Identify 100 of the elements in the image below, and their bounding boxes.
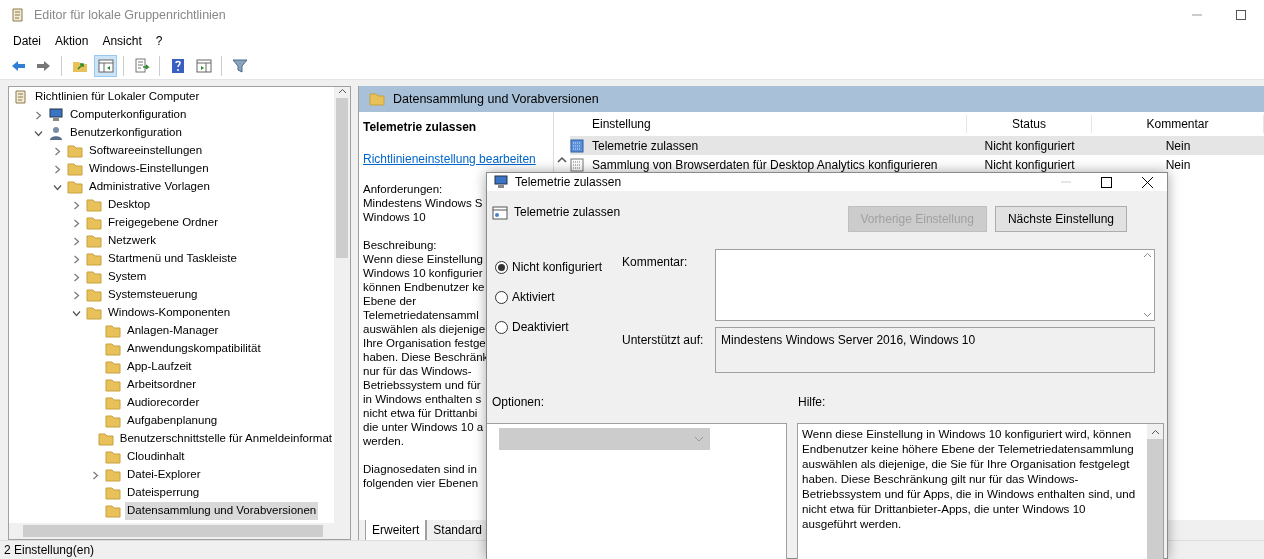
tree-item[interactable]: Dateisperrung xyxy=(125,484,202,502)
description-text: Windows 10 xyxy=(363,210,426,224)
tree-item[interactable]: System xyxy=(106,268,149,286)
expanded-chevron-icon[interactable] xyxy=(33,128,43,138)
folder-icon xyxy=(97,431,114,447)
folder-icon xyxy=(86,287,102,303)
table-row[interactable]: Telemetrie zulassen Nicht konfiguriert Nein xyxy=(570,136,1264,155)
user-icon xyxy=(48,125,64,141)
tree-item[interactable]: App-Laufzeit xyxy=(125,358,194,376)
description-text: Anforderungen: xyxy=(363,182,443,196)
computer-icon xyxy=(48,107,64,123)
dialog-title: Telemetrie zulassen xyxy=(515,174,622,191)
scroll-up-icon[interactable] xyxy=(557,156,567,164)
collapsed-chevron-icon[interactable] xyxy=(52,164,62,174)
radio-option[interactable]: Aktiviert xyxy=(495,288,622,306)
tree-item[interactable]: Netzwerk xyxy=(106,232,158,250)
table-cell-text: Nicht konfiguriert xyxy=(983,156,1076,174)
tree-item[interactable]: Softwareeinstellungen xyxy=(87,142,205,160)
collapsed-chevron-icon[interactable] xyxy=(71,290,81,300)
export-list-icon xyxy=(133,57,150,74)
tree-item[interactable]: Cloudinhalt xyxy=(125,448,187,466)
pane-icon xyxy=(195,57,212,74)
menu-item[interactable]: Ansicht xyxy=(95,32,149,50)
tree-item[interactable]: Datei-Explorer xyxy=(125,466,203,484)
collapsed-chevron-icon[interactable] xyxy=(71,200,81,210)
tree-item[interactable]: Benutzerschnittstelle für Anmeldeinformat xyxy=(117,430,334,448)
tree-item[interactable]: Arbeitsordner xyxy=(125,376,199,394)
collapsed-chevron-icon[interactable] xyxy=(33,110,43,120)
window-title: Editor für lokale Gruppenrichtlinien xyxy=(34,6,226,24)
table-cell-text: Nein xyxy=(1164,156,1192,174)
folder-icon xyxy=(105,359,121,375)
description-text: Telemetriedatensamml xyxy=(363,308,479,322)
description-text: nur für das Windows- xyxy=(363,364,472,378)
scrollbar[interactable] xyxy=(334,87,350,523)
tree-item[interactable]: Aufgabenplanung xyxy=(125,412,220,430)
tree-item[interactable]: Audiorecorder xyxy=(125,394,202,412)
comment-field[interactable] xyxy=(715,249,1155,321)
scrollbar[interactable] xyxy=(9,523,350,539)
tree-item[interactable]: Computerkonfiguration xyxy=(68,106,189,124)
collapsed-chevron-icon[interactable] xyxy=(90,470,100,480)
folder-icon xyxy=(105,413,121,429)
menu-item[interactable]: Datei xyxy=(6,32,48,50)
folder-icon xyxy=(105,467,121,483)
scroll-up-icon[interactable] xyxy=(337,87,347,96)
edit-policy-link[interactable]: Richtlinieneinstellung bearbeiten xyxy=(363,152,536,166)
description-text: Wenn diese Einstellung xyxy=(363,252,483,266)
description-text: Diagnosedaten sind in xyxy=(363,462,477,476)
view-tab[interactable]: Erweitert xyxy=(365,520,427,541)
expanded-chevron-icon[interactable] xyxy=(71,308,81,318)
maximize-icon[interactable] xyxy=(1101,176,1112,188)
folder-icon xyxy=(86,269,102,285)
folder-icon xyxy=(105,323,121,339)
maximize-icon[interactable] xyxy=(1236,10,1246,20)
scroll-up-icon[interactable] xyxy=(1142,252,1152,258)
column-header[interactable]: Status xyxy=(967,115,1092,133)
tree-item[interactable]: Richtlinien für Lokaler Computer xyxy=(33,88,202,106)
collapsed-chevron-icon[interactable] xyxy=(52,146,62,156)
setting-name: Telemetrie zulassen xyxy=(514,204,621,221)
collapsed-chevron-icon[interactable] xyxy=(71,218,81,228)
radio-option[interactable]: Deaktiviert xyxy=(495,318,622,336)
tree-item[interactable]: Startmenü und Taskleiste xyxy=(106,250,239,268)
folder-icon xyxy=(86,305,102,321)
menu-item[interactable]: Aktion xyxy=(48,32,96,50)
column-header[interactable]: Kommentar xyxy=(1092,115,1264,133)
expanded-chevron-icon[interactable] xyxy=(52,182,62,192)
menu-item[interactable]: ? xyxy=(148,32,170,50)
tree-item[interactable]: Administrative Vorlagen xyxy=(87,178,212,196)
folder-icon xyxy=(105,377,121,393)
column-header[interactable]: Einstellung xyxy=(592,115,967,133)
folder-icon xyxy=(105,341,121,357)
table-row[interactable]: Sammlung von Browserdaten für Desktop Analytics konfigurieren Nicht konfiguriert Nein xyxy=(570,155,1264,174)
supported-platforms-field: Mindestens Windows Server 2016, Windows 10 xyxy=(715,327,1155,373)
tree-item[interactable]: Windows-Einstellungen xyxy=(87,160,211,178)
folder-icon xyxy=(67,143,83,159)
description-text: Windows 10 konfigurier xyxy=(363,266,483,280)
tree-item[interactable]: Benutzerkonfiguration xyxy=(68,124,184,142)
table-cell-text: Nein xyxy=(1164,137,1192,155)
table-cell-text: Sammlung von Browserdaten für Desktop Analytics konfigurieren xyxy=(592,156,939,174)
description-text: in Windows enthalten s xyxy=(363,392,482,406)
tree-item[interactable]: Datensammlung und Vorabversionen xyxy=(125,502,319,520)
radio-option[interactable]: Nicht konfiguriert xyxy=(495,258,622,276)
collapsed-chevron-icon[interactable] xyxy=(71,254,81,264)
setting-window-icon xyxy=(492,205,508,221)
toolbar-button[interactable] xyxy=(94,54,117,77)
tree-item[interactable]: Freigegebene Ordner xyxy=(106,214,220,232)
tree-item[interactable]: Desktop xyxy=(106,196,153,214)
scroll-down-icon[interactable] xyxy=(1142,312,1152,318)
field-label: Kommentar: xyxy=(622,254,689,271)
next-setting-button[interactable]: Nächste Einstellung xyxy=(994,206,1127,232)
tree-item[interactable]: Systemsteuerung xyxy=(106,286,200,304)
table-cell-text: Nicht konfiguriert xyxy=(983,137,1076,155)
tree-item[interactable]: Anwendungskompatibilität xyxy=(125,340,263,358)
close-icon[interactable] xyxy=(1142,176,1153,188)
collapsed-chevron-icon[interactable] xyxy=(71,236,81,246)
scroll-up-icon[interactable] xyxy=(1150,428,1160,435)
tree-item[interactable]: Anlagen-Manager xyxy=(125,322,221,340)
folder-icon xyxy=(86,233,102,249)
tree-item[interactable]: Windows-Komponenten xyxy=(106,304,233,322)
description-text: auswählen als diejenige xyxy=(363,322,486,336)
collapsed-chevron-icon[interactable] xyxy=(71,272,81,282)
